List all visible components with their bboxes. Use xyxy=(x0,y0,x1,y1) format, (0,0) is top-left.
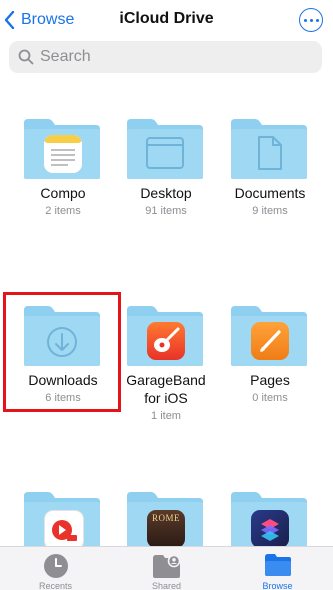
search-field[interactable]: Search xyxy=(9,41,322,73)
folder-item-count: 91 items xyxy=(145,205,187,217)
folder-item-count: 0 items xyxy=(252,392,288,404)
folder-name: Downloads xyxy=(28,372,98,388)
folder-name: Desktop xyxy=(140,185,192,201)
clock-icon xyxy=(43,554,68,578)
folder-name-line2: for iOS xyxy=(144,390,188,406)
tab-recents[interactable]: Recents xyxy=(0,547,111,590)
tab-shared[interactable]: Shared xyxy=(111,547,222,590)
rome-icon-text: ROME xyxy=(151,513,180,523)
search-placeholder: Search xyxy=(40,48,91,65)
folder-item-count: 6 items xyxy=(45,392,81,404)
folder-name: Compo xyxy=(40,185,86,201)
folder-item-count: 1 item xyxy=(151,410,181,422)
folder-name: Pages xyxy=(250,372,290,388)
garageband-app-icon xyxy=(147,322,185,360)
ellipsis-icon xyxy=(303,18,307,22)
tab-bar: Recents Shared Browse xyxy=(0,546,333,590)
folder-name: Documents xyxy=(234,185,306,201)
shared-folder-icon xyxy=(152,554,180,578)
rome-game-app-icon: ROME xyxy=(147,510,185,548)
tab-browse[interactable]: Browse xyxy=(222,547,333,590)
page-title: iCloud Drive xyxy=(119,10,214,27)
pages-app-icon xyxy=(251,322,289,360)
more-options-button[interactable] xyxy=(299,8,323,32)
tab-label: Shared xyxy=(151,581,182,590)
shortcuts-app-icon xyxy=(251,510,289,548)
tab-label: Recents xyxy=(38,581,73,590)
folder-icon xyxy=(264,554,291,576)
folder-icon xyxy=(24,306,100,366)
tab-label: Browse xyxy=(262,581,293,590)
folder-icon xyxy=(127,119,203,179)
navigation-bar: Browse iCloud Drive xyxy=(0,0,333,40)
folder-item-count: 2 items xyxy=(45,205,81,217)
notes-doc-icon xyxy=(44,135,82,173)
folder-item-count: 9 items xyxy=(252,205,288,217)
search-icon xyxy=(18,49,34,65)
icloud-drive-screen: Browse iCloud Drive Search Compo 2 items… xyxy=(0,0,333,590)
pdf-expert-app-icon xyxy=(44,510,84,550)
folder-icon xyxy=(231,119,307,179)
folder-name-line1: GarageBand xyxy=(126,372,206,388)
